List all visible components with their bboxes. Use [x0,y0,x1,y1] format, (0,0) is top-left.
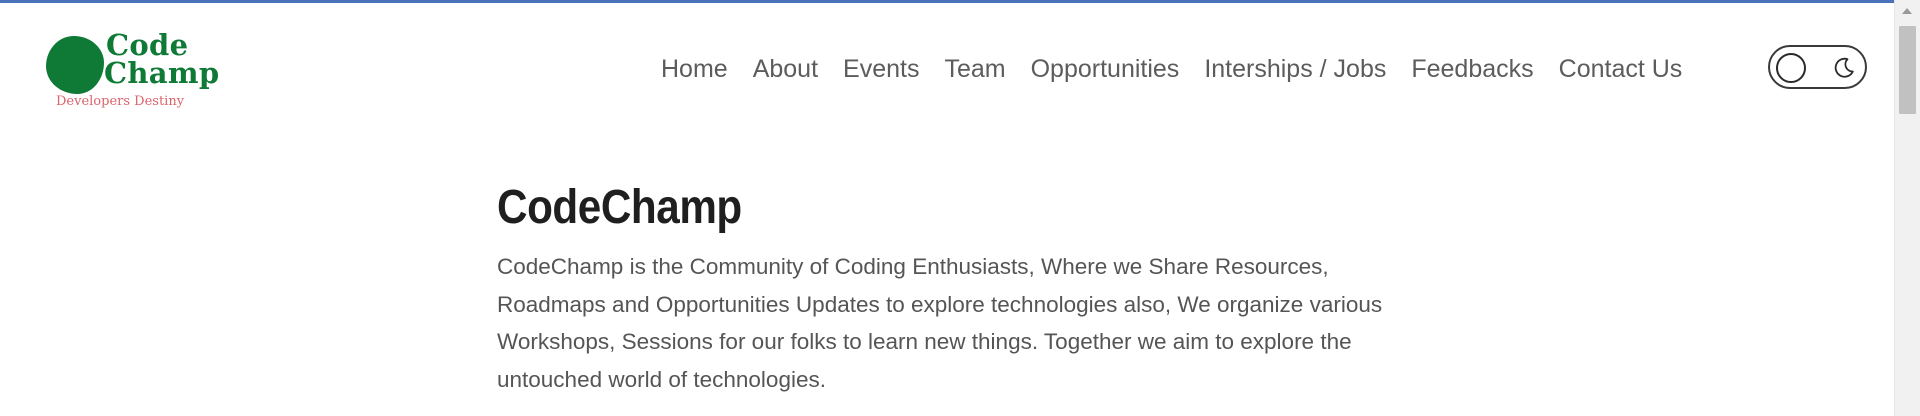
nav-item-feedbacks[interactable]: Feedbacks [1411,52,1533,86]
main-nav: Home About Events Team Opportunities Int… [661,52,1682,86]
logo-text-line2: Champ [104,56,220,90]
nav-item-events[interactable]: Events [843,52,919,86]
scroll-up-arrow-icon[interactable] [1902,8,1912,14]
nav-item-opportunities[interactable]: Opportunities [1031,52,1180,86]
hero-title: CodeChamp [497,181,742,234]
scrollbar-thumb[interactable] [1899,26,1916,114]
page: Code Champ Developers Destiny Home About… [0,0,1920,416]
logo-tagline: Developers Destiny [56,94,185,109]
moon-icon [1834,57,1854,78]
nav-item-home[interactable]: Home [661,52,728,86]
theme-toggle[interactable] [1768,45,1867,89]
nav-item-about[interactable]: About [753,52,818,86]
circle-icon [1776,53,1806,83]
logo-blob-icon [46,36,104,94]
window-top-border [0,0,1920,3]
nav-item-internships-jobs[interactable]: Interships / Jobs [1204,52,1386,86]
brand-logo[interactable]: Code Champ Developers Destiny [46,28,246,118]
hero-description: CodeChamp is the Community of Coding Ent… [497,254,1383,392]
nav-item-contact-us[interactable]: Contact Us [1559,52,1683,86]
nav-item-team[interactable]: Team [944,52,1005,86]
vertical-scrollbar[interactable] [1894,0,1920,416]
